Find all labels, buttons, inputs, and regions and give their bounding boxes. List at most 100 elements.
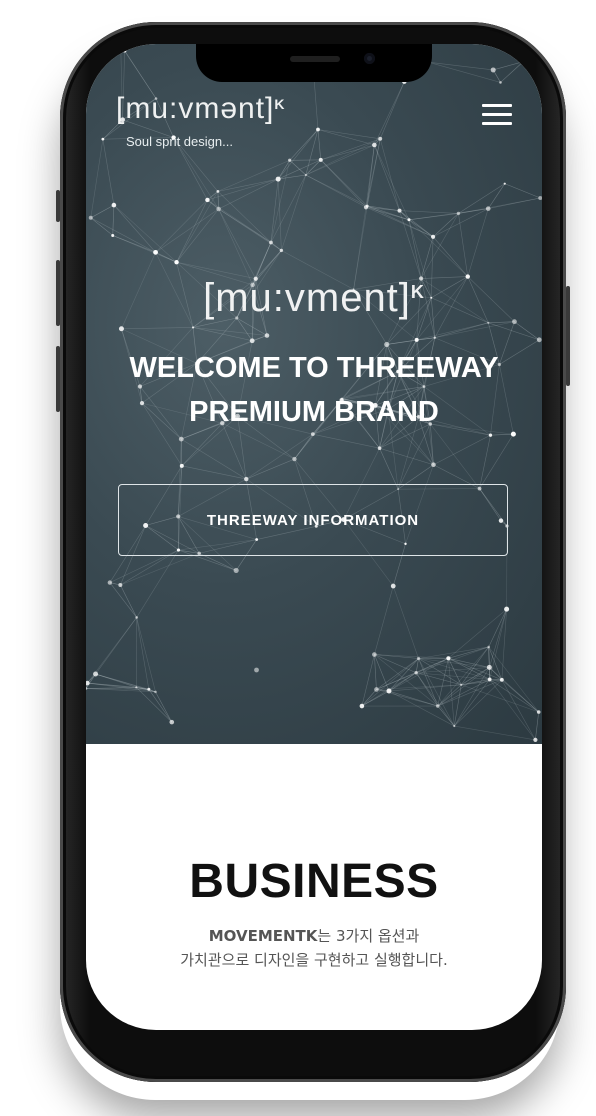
side-button-left-top xyxy=(56,190,60,222)
network-node xyxy=(135,616,138,619)
hero-logo-text: [mu:vment] xyxy=(203,276,411,320)
network-node xyxy=(88,215,93,220)
network-line xyxy=(317,129,381,140)
network-node xyxy=(147,687,151,691)
network-line xyxy=(176,191,219,263)
network-node xyxy=(499,677,504,682)
network-node xyxy=(431,462,436,468)
network-line xyxy=(488,609,507,648)
network-line xyxy=(109,582,137,618)
network-line xyxy=(218,208,272,243)
network-line xyxy=(155,691,173,723)
network-node xyxy=(107,580,113,585)
network-node xyxy=(453,724,456,728)
network-node xyxy=(433,336,436,339)
network-node xyxy=(122,48,127,53)
network-line xyxy=(501,679,536,741)
network-node xyxy=(485,206,491,211)
network-node xyxy=(118,326,124,332)
network-node xyxy=(490,67,496,73)
network-line xyxy=(488,322,540,341)
network-node xyxy=(374,687,379,692)
network-line xyxy=(305,174,368,207)
network-node xyxy=(101,137,105,141)
network-line xyxy=(454,725,536,741)
network-line xyxy=(379,81,405,139)
network-line xyxy=(432,213,459,238)
network-line xyxy=(479,435,491,489)
network-line xyxy=(155,199,208,253)
network-node xyxy=(216,189,220,193)
phone-screen: [mu:vmənt]K Soul sprit design... [mu:vme… xyxy=(86,44,542,1030)
network-line xyxy=(136,617,156,692)
network-node xyxy=(414,671,418,675)
network-line xyxy=(312,433,380,449)
network-node xyxy=(118,583,123,588)
network-line xyxy=(181,465,247,480)
network-node xyxy=(233,567,239,574)
network-node xyxy=(499,81,502,84)
network-node xyxy=(135,686,138,689)
network-node xyxy=(538,196,542,201)
business-brand-name: MOVEMENTK xyxy=(208,927,318,945)
network-line xyxy=(320,159,368,207)
network-line xyxy=(305,138,381,176)
menu-icon-bar-2 xyxy=(482,113,512,116)
network-line xyxy=(136,687,172,723)
network-line xyxy=(317,129,375,146)
network-line xyxy=(113,204,177,263)
network-node xyxy=(536,710,541,714)
network-node xyxy=(536,337,542,343)
network-node xyxy=(178,436,184,442)
network-line xyxy=(246,433,314,480)
menu-icon[interactable] xyxy=(482,104,512,126)
network-line xyxy=(374,654,438,707)
network-node xyxy=(216,206,221,212)
network-node xyxy=(93,671,99,677)
hero-logo: [mu:vment]K xyxy=(86,276,542,321)
network-line xyxy=(176,199,208,263)
camera-icon xyxy=(364,53,375,64)
network-line xyxy=(181,438,247,480)
network-node xyxy=(275,176,281,182)
network-node xyxy=(244,476,249,482)
network-line xyxy=(420,236,434,279)
network-node xyxy=(174,260,179,265)
hero-title: WELCOME TO THREEWAY PREMIUM BRAND xyxy=(86,346,542,434)
network-line xyxy=(112,235,177,263)
network-line xyxy=(236,317,253,341)
network-node xyxy=(503,182,506,185)
network-line xyxy=(399,210,459,214)
network-node xyxy=(487,321,490,324)
network-line xyxy=(87,682,156,693)
network-line xyxy=(217,178,279,192)
network-line xyxy=(246,458,295,480)
network-node xyxy=(414,337,419,342)
network-node xyxy=(486,664,492,670)
header-logo[interactable]: [mu:vmənt]K xyxy=(116,92,286,126)
network-line xyxy=(374,81,405,146)
hero-title-line-2: PREMIUM BRAND xyxy=(189,396,439,428)
network-line xyxy=(361,658,419,707)
network-node xyxy=(316,127,320,132)
network-line xyxy=(136,617,150,690)
network-line xyxy=(374,144,400,211)
network-node xyxy=(318,157,323,162)
network-line xyxy=(374,585,394,655)
network-line xyxy=(217,191,272,243)
network-node xyxy=(446,656,451,661)
network-line xyxy=(388,658,419,692)
side-button-left-mid xyxy=(56,260,60,326)
network-line xyxy=(408,208,489,221)
network-node xyxy=(407,218,411,222)
network-line xyxy=(514,321,540,341)
network-line xyxy=(112,205,115,236)
network-line xyxy=(121,327,194,330)
network-node xyxy=(269,240,273,245)
business-title: BUSINESS xyxy=(189,855,439,908)
threeway-information-button[interactable]: THREEWAY INFORMATION xyxy=(118,484,508,556)
network-node xyxy=(111,233,115,237)
network-node xyxy=(86,687,88,690)
network-line xyxy=(90,217,156,253)
network-line xyxy=(193,327,268,336)
